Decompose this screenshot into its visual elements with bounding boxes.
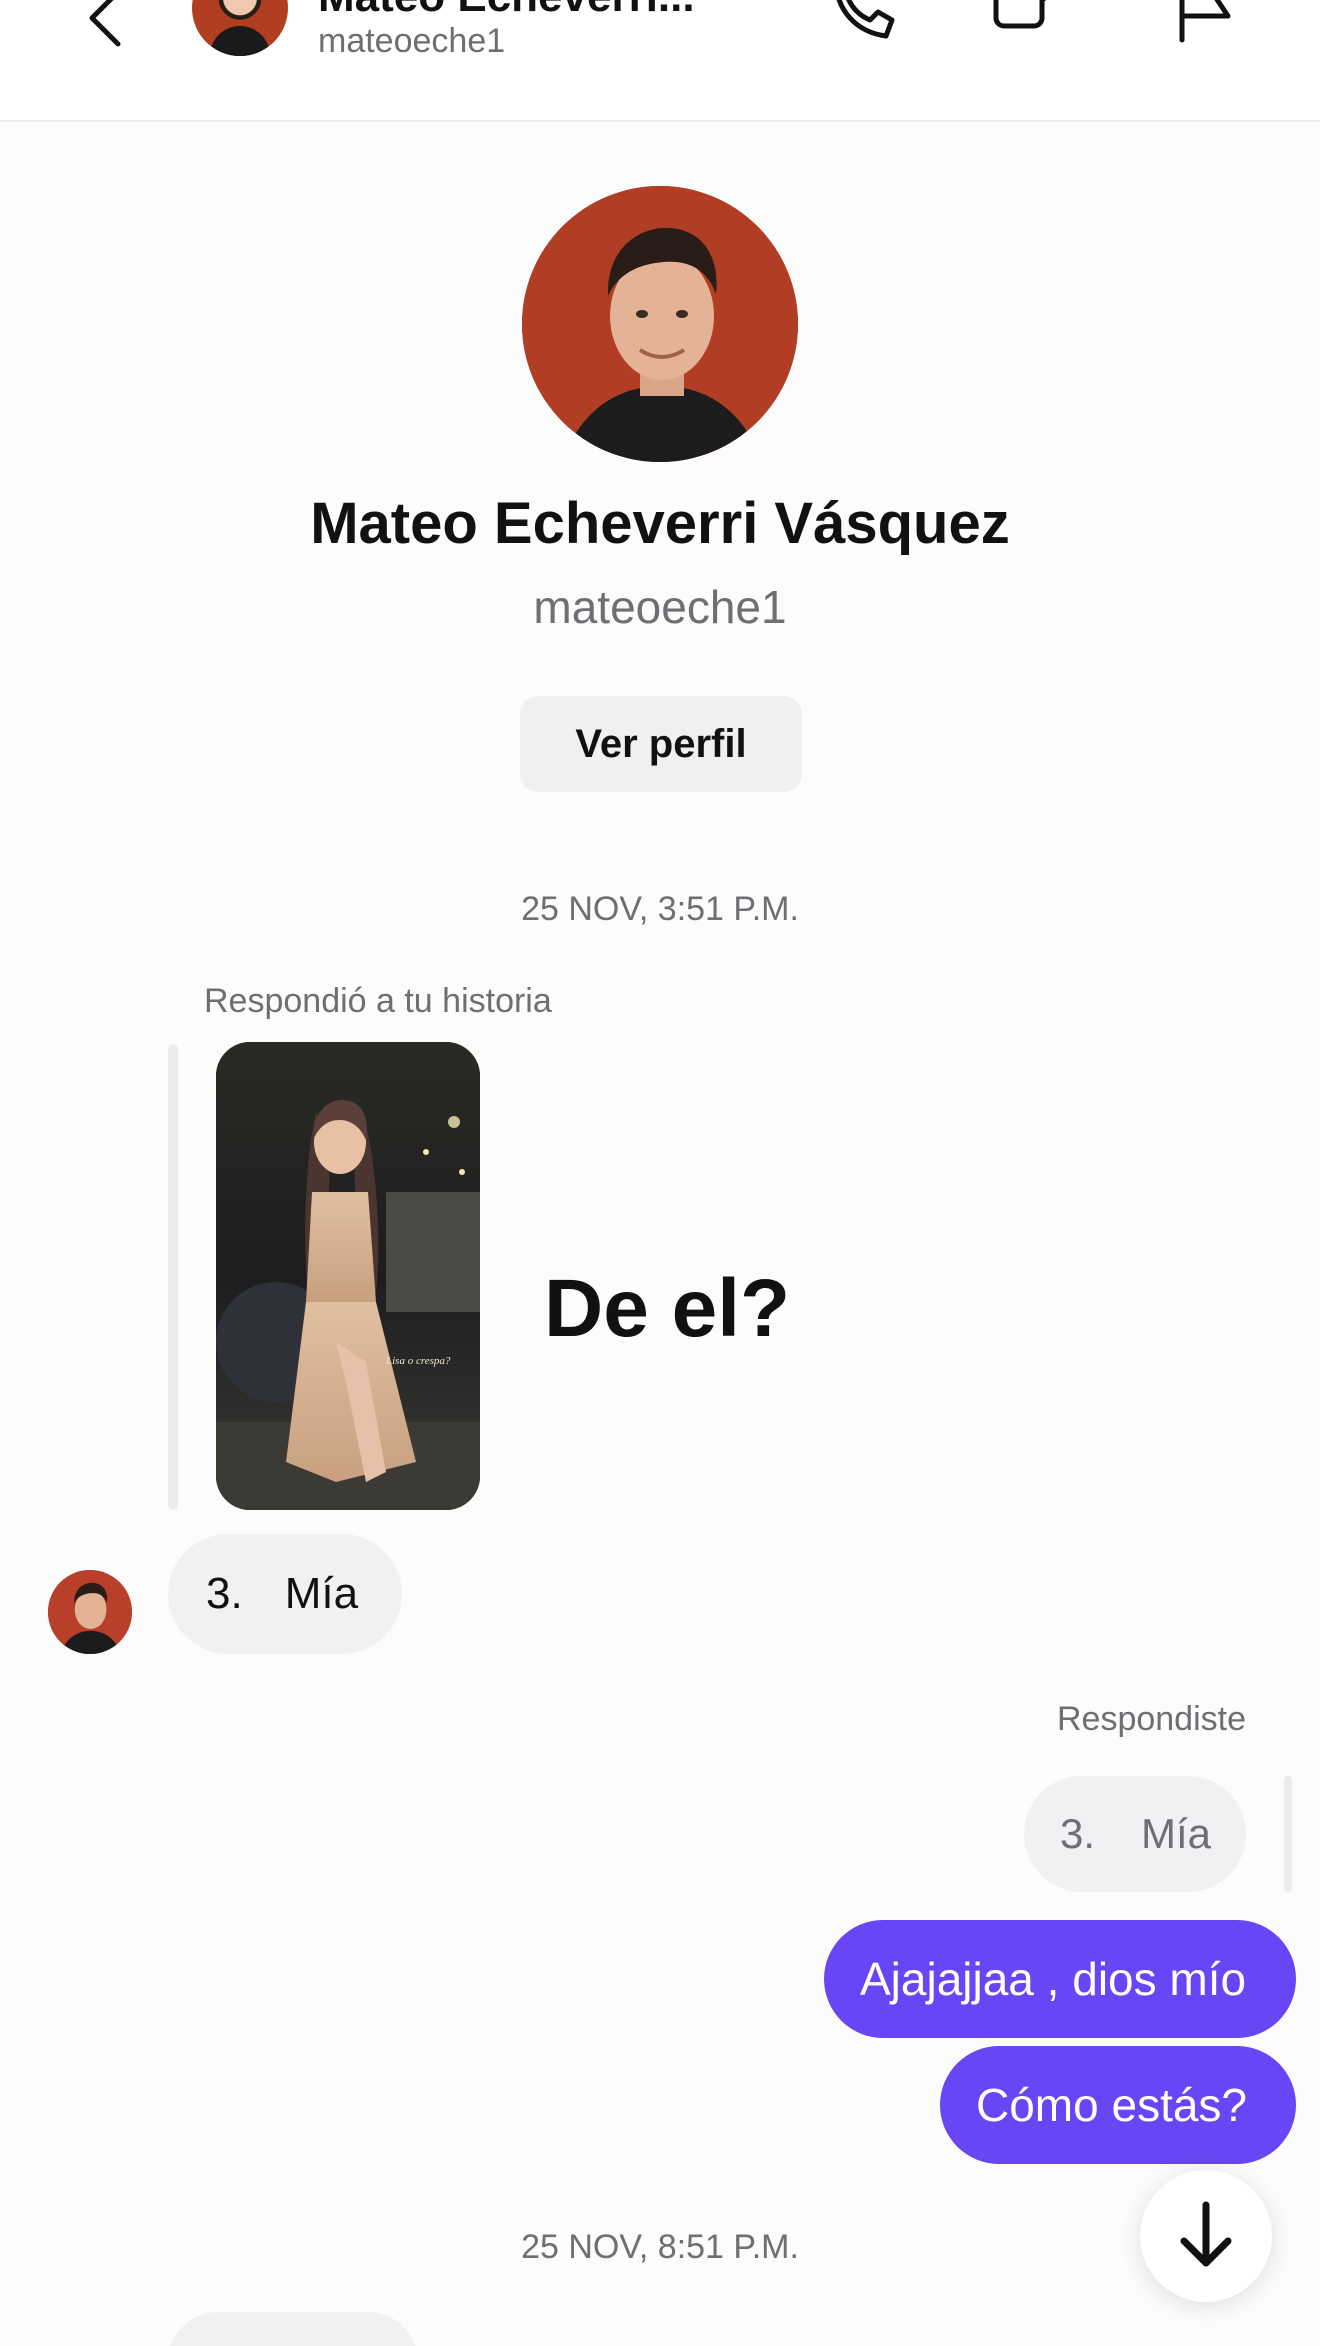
you-replied-label: Respondiste: [1056, 1700, 1246, 1738]
header-name[interactable]: Mateo Echeverri...: [318, 0, 695, 22]
story-caption: Lisa o crespa?: [385, 1355, 451, 1367]
flag-icon: [1179, 0, 1231, 43]
message-text: Mía: [1141, 1810, 1212, 1857]
timestamp: 25 NOV, 8:51 P.M.: [521, 2228, 799, 2266]
profile-username: mateoeche1: [533, 581, 787, 633]
call-button[interactable]: [826, 0, 906, 50]
view-profile-button[interactable]: Ver perfil: [520, 696, 802, 792]
message-text: Mía: [284, 1569, 359, 1618]
report-button[interactable]: [1168, 0, 1248, 50]
story-image: Lisa o crespa?: [216, 1042, 480, 1510]
arrow-down-icon: [1180, 2201, 1232, 2267]
profile-name: Mateo Echeverri Vásquez: [310, 491, 1010, 556]
story-reply-label: Respondió a tu historia: [204, 982, 552, 1020]
chat-screen: Mateo Echeverri... mateoeche1: [0, 0, 1320, 2346]
message-number: 3.: [206, 1569, 243, 1618]
avatar-image: [522, 186, 798, 462]
header-username[interactable]: mateoeche1: [318, 22, 505, 61]
reply-indicator-bar: [168, 1044, 178, 1510]
story-reply-message[interactable]: De el?: [544, 1262, 790, 1356]
outgoing-message[interactable]: Cómo estás?: [940, 2046, 1296, 2164]
avatar-image: [48, 1570, 132, 1654]
back-button[interactable]: [80, 0, 130, 50]
chat-header: Mateo Echeverri... mateoeche1: [0, 0, 1320, 122]
video-camera-icon: [993, 0, 1047, 29]
outgoing-message[interactable]: Ajajajjaa , dios mío: [824, 1920, 1296, 2038]
chevron-left-icon: [89, 0, 121, 47]
scroll-to-bottom-button[interactable]: [1140, 2170, 1272, 2302]
story-thumbnail[interactable]: Lisa o crespa?: [216, 1042, 480, 1510]
timestamp: 25 NOV, 3:51 P.M.: [521, 890, 799, 928]
sender-avatar[interactable]: [48, 1570, 132, 1654]
message-number: 3.: [1060, 1810, 1096, 1857]
phone-icon: [836, 0, 895, 39]
header-avatar[interactable]: [192, 0, 288, 56]
quoted-message[interactable]: 3. Mía: [1024, 1776, 1246, 1892]
profile-avatar[interactable]: [522, 186, 798, 462]
incoming-message[interactable]: [168, 2312, 418, 2346]
reply-indicator-bar: [1284, 1776, 1292, 1892]
video-call-button[interactable]: [990, 0, 1070, 50]
incoming-message[interactable]: 3. Mía: [168, 1534, 402, 1654]
